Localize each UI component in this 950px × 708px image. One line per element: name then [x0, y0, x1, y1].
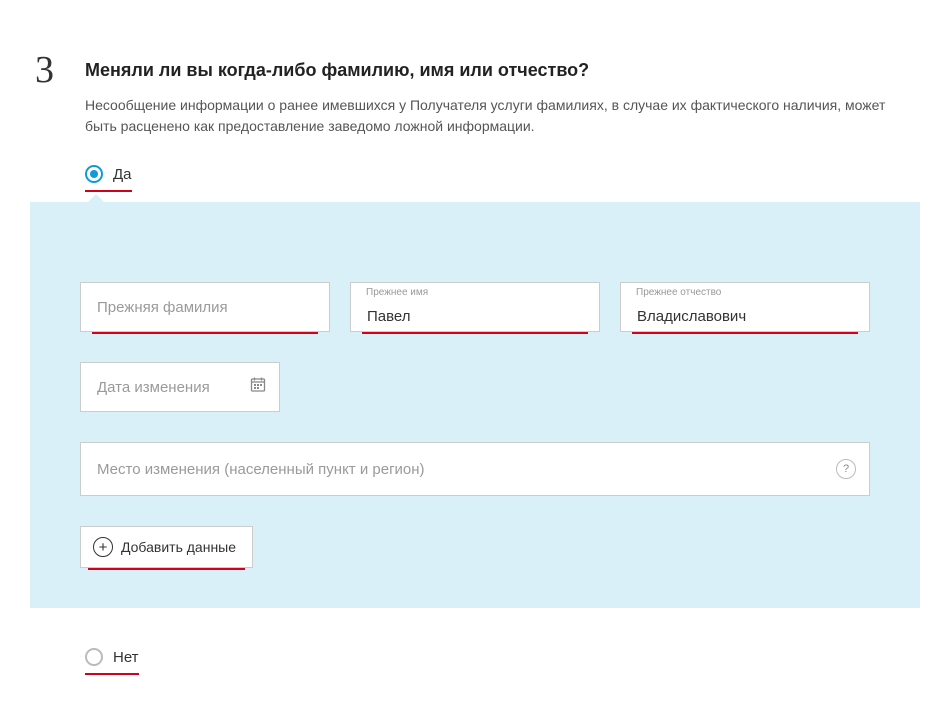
patronymic-field-wrap: Прежнее отчество [620, 282, 870, 332]
radio-dot-icon [90, 170, 98, 178]
add-data-button[interactable]: + Добавить данные [80, 526, 253, 568]
firstname-field-wrap: Прежнее имя [350, 282, 600, 332]
help-icon[interactable]: ? [836, 459, 856, 479]
patronymic-input[interactable] [620, 282, 870, 332]
radio-yes-label: Да [113, 166, 132, 183]
expanded-panel: Прежнее имя Прежнее отчество [30, 202, 920, 608]
question-description: Несообщение информации о ранее имевшихся… [85, 95, 920, 137]
underline-icon [92, 332, 318, 334]
firstname-input[interactable] [350, 282, 600, 332]
surname-input[interactable] [80, 282, 330, 332]
step-number: 3 [35, 48, 54, 92]
underline-icon [362, 332, 588, 334]
question-title: Меняли ли вы когда-либо фамилию, имя или… [85, 40, 920, 81]
radio-icon [85, 648, 103, 666]
add-button-label: Добавить данные [121, 539, 236, 555]
surname-field-wrap [80, 282, 330, 332]
radio-no-label: Нет [113, 649, 139, 666]
date-input[interactable] [80, 362, 280, 412]
place-field-wrap: ? [80, 442, 870, 496]
underline-icon [632, 332, 858, 334]
date-field-wrap [80, 362, 280, 412]
add-button-wrap: + Добавить данные [80, 526, 253, 568]
radio-icon [85, 165, 103, 183]
underline-icon [88, 568, 245, 570]
place-input[interactable] [80, 442, 870, 496]
radio-no[interactable]: Нет [85, 648, 139, 675]
radio-yes[interactable]: Да [85, 165, 132, 192]
plus-icon: + [93, 537, 113, 557]
